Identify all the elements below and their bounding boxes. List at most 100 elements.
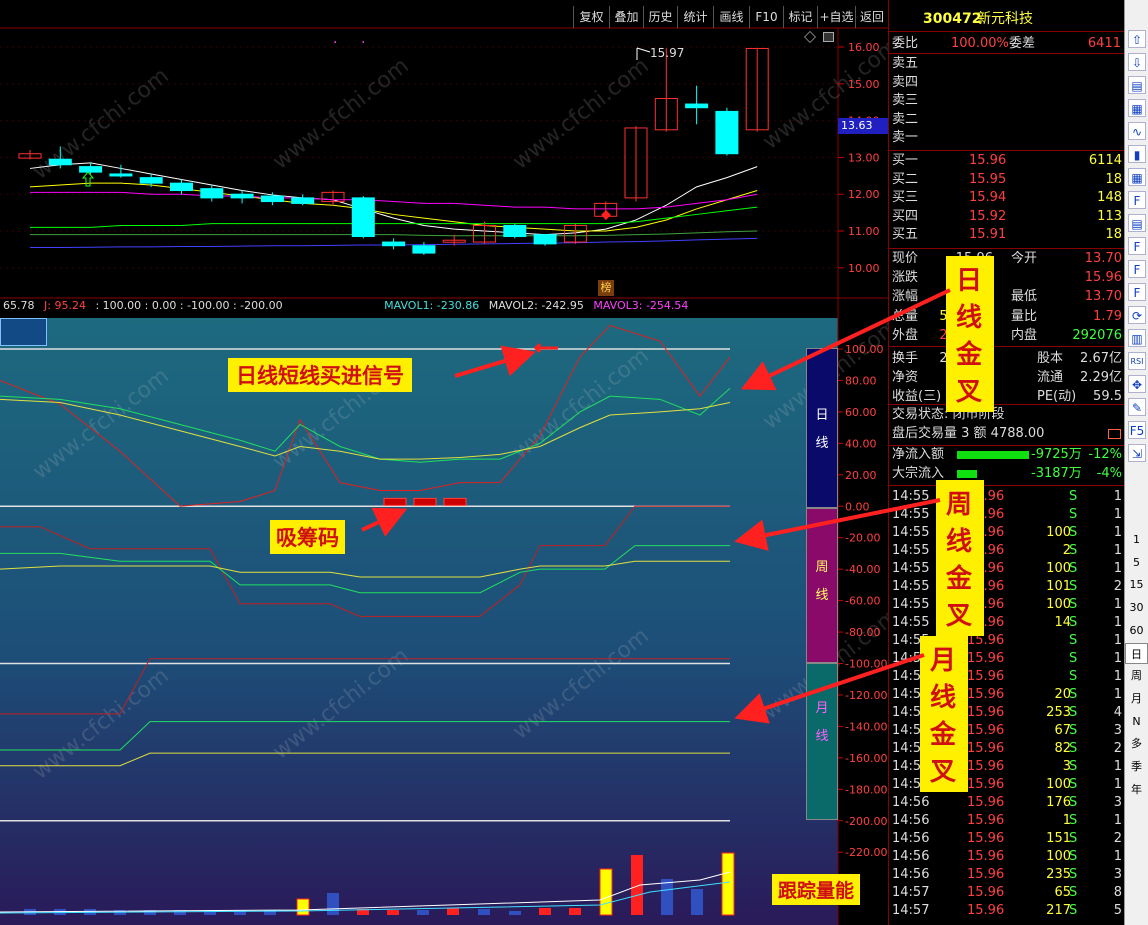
tick-row: 14:56 15.96 1 S 1 — [889, 812, 1124, 830]
net-inflow-pct: -12% — [1088, 447, 1122, 462]
tick-side: S — [1069, 723, 1078, 738]
stat-row: 外盘234334内盘292076 — [889, 327, 1124, 345]
stat-label: 总量 — [892, 308, 919, 324]
order-ratio-row: 委比 100.00% 委差 6411 — [889, 35, 1124, 53]
tick-volume: 100 — [1046, 525, 1071, 540]
period-1[interactable]: 5 — [1125, 552, 1148, 573]
stat-label: 外盘 — [892, 327, 919, 343]
fund-icon[interactable]: F — [1128, 191, 1146, 209]
tick-price: 15.96 — [967, 777, 1005, 792]
candle-icon[interactable]: ▮ — [1128, 145, 1146, 163]
stat-label: 净资 — [892, 370, 919, 386]
stat-row: 净资4.45流通2.29亿 — [889, 369, 1124, 387]
period-7[interactable]: 月 — [1125, 688, 1148, 709]
pen-icon[interactable]: ✎ — [1128, 398, 1146, 416]
stock-header: 300472 新元科技 — [889, 8, 1124, 30]
stat-value: 2.29亿 — [1080, 370, 1122, 386]
buy-level-price: 15.95 — [969, 171, 1007, 187]
tick-time: 14:56 — [892, 849, 930, 864]
tick-count: 2 — [1113, 741, 1122, 756]
period-9[interactable]: 多 — [1125, 733, 1148, 754]
buy-level-price: 15.91 — [969, 227, 1007, 243]
f10-alt-icon[interactable]: F — [1128, 283, 1146, 301]
tick-count: 1 — [1113, 687, 1122, 702]
tick-time: 14:56 — [892, 813, 930, 828]
tick-volume: 151 — [1046, 831, 1071, 846]
f5-icon[interactable]: F5 — [1128, 421, 1146, 439]
buy-level-row: 买三 15.94 148 — [889, 189, 1124, 207]
tick-time: 14:55 — [892, 543, 930, 558]
rsi-icon[interactable]: RSI — [1128, 352, 1146, 370]
sell-level-label: 卖二 — [892, 111, 919, 127]
stock-code: 300472 — [923, 11, 982, 27]
chart-mini-icon[interactable] — [1108, 429, 1121, 439]
period-11[interactable]: 年 — [1125, 779, 1148, 800]
tick-count: 1 — [1113, 633, 1122, 648]
tick-count: 1 — [1113, 507, 1122, 522]
tick-row: 14:55 15.96 101 S 2 — [889, 578, 1124, 596]
f12-icon[interactable]: F — [1128, 260, 1146, 278]
table-icon[interactable]: ▦ — [1128, 99, 1146, 117]
ratio-label: 委比 — [892, 36, 919, 51]
period-6[interactable]: 周 — [1125, 665, 1148, 686]
tick-side: S — [1069, 885, 1078, 900]
tick-volume: 100 — [1046, 597, 1071, 612]
tick-time: 14:57 — [892, 885, 930, 900]
block-inflow-pct: -4% — [1096, 466, 1122, 481]
stat-row: 涨跌 15.96 — [889, 269, 1124, 287]
period-4[interactable]: 60 — [1125, 620, 1148, 641]
tick-count: 1 — [1113, 561, 1122, 576]
book-icon[interactable]: ▤ — [1128, 214, 1146, 232]
tick-count: 1 — [1113, 597, 1122, 612]
period-0[interactable]: 1 — [1125, 529, 1148, 550]
buy-level-row: 买四 15.92 113 — [889, 208, 1124, 226]
refresh-icon[interactable]: ⟳ — [1128, 306, 1146, 324]
tick-row: 14:56 15.96 176 S 3 — [889, 794, 1124, 812]
sell-level-label: 卖四 — [892, 74, 919, 90]
after-hours-text: 盘后交易量 3 额 4788.00 — [892, 426, 1045, 441]
stat-row: 现价15.96今开13.70 — [889, 250, 1124, 268]
period-5[interactable]: 日 — [1125, 642, 1148, 664]
chart-small-icon[interactable]: ▥ — [1128, 329, 1146, 347]
tick-side: S — [1069, 705, 1078, 720]
buy-level-volume: 18 — [1105, 171, 1122, 187]
stat-row: 涨幅 最低 13.70 — [889, 288, 1124, 306]
period-10[interactable]: 季 — [1125, 756, 1148, 777]
stat-value: 15.96 — [1084, 270, 1122, 286]
tick-volume: 235 — [1046, 867, 1071, 882]
tick-time: 14:55 — [892, 579, 930, 594]
stat-row: 总量526410量比1.79 — [889, 308, 1124, 326]
tick-side: S — [1069, 741, 1078, 756]
grid-icon[interactable]: ▦ — [1128, 168, 1146, 186]
tick-row: 14:55 15.96 2 S 1 — [889, 542, 1124, 560]
sell-level-row: 卖三 — [889, 92, 1124, 110]
tick-volume: 217 — [1046, 903, 1071, 918]
f10-icon[interactable]: F — [1128, 237, 1146, 255]
period-2[interactable]: 15 — [1125, 574, 1148, 595]
stat-value: 1.79 — [1093, 308, 1122, 324]
sell-level-label: 卖五 — [892, 56, 919, 71]
tick-price: 15.96 — [967, 795, 1005, 810]
tick-side: S — [1069, 543, 1078, 558]
layout-icon[interactable]: ▤ — [1128, 76, 1146, 94]
period-3[interactable]: 30 — [1125, 597, 1148, 618]
buy-level-label: 买三 — [892, 190, 919, 206]
tick-price: 15.96 — [967, 705, 1005, 720]
tick-side: S — [1069, 903, 1078, 918]
tick-price: 15.96 — [967, 687, 1005, 702]
sell-level-row: 卖一 — [889, 129, 1124, 147]
up-arrow-icon[interactable]: ⇧ — [1128, 30, 1146, 48]
tick-count: 1 — [1113, 615, 1122, 630]
down-arrow-icon[interactable]: ⇩ — [1128, 53, 1146, 71]
period-8[interactable]: N — [1125, 711, 1148, 732]
export-icon[interactable]: ⇲ — [1128, 444, 1146, 462]
chart-area[interactable]: www.cfchi.com www.cfchi.com www.cfchi.com w… — [0, 0, 888, 925]
line-chart-icon[interactable]: ∿ — [1128, 122, 1146, 140]
tick-count: 2 — [1113, 579, 1122, 594]
tick-side: S — [1069, 489, 1078, 504]
tick-price: 15.96 — [967, 813, 1005, 828]
compass-icon[interactable]: ✥ — [1128, 375, 1146, 393]
tick-side: S — [1069, 687, 1078, 702]
label-buy-signal: 日线短线买进信号 — [228, 358, 412, 392]
tick-count: 1 — [1113, 543, 1122, 558]
